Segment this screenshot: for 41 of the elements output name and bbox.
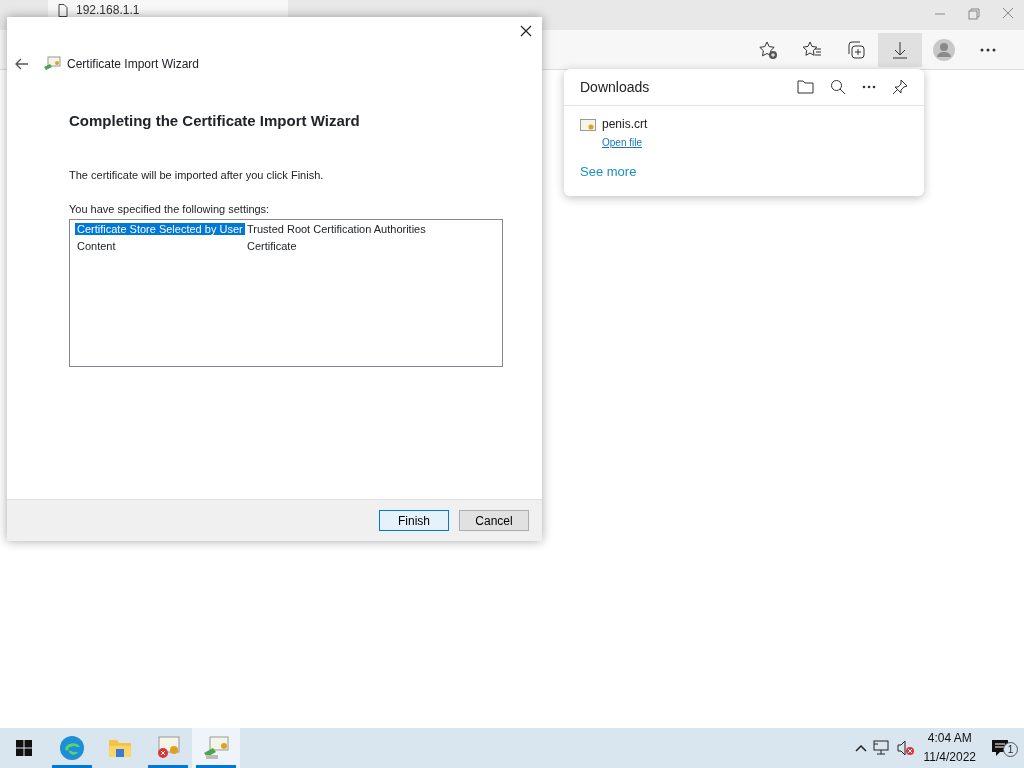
page-icon xyxy=(58,4,68,17)
file-name: penis.crt xyxy=(602,116,648,133)
certificate-icon xyxy=(43,55,61,72)
chevron-up-icon[interactable] xyxy=(854,744,867,752)
clock-date[interactable]: 11/4/2022 xyxy=(923,748,976,767)
start-icon[interactable] xyxy=(16,740,32,756)
folder-icon[interactable] xyxy=(108,738,132,758)
tab-title: 192.168.1.1 xyxy=(76,4,140,17)
more-icon[interactable] xyxy=(980,47,996,52)
dialog-button[interactable]: Finish xyxy=(379,510,449,531)
certificate-file-icon xyxy=(580,119,596,133)
notification-count: 1 xyxy=(1003,742,1018,757)
wizard-heading: Completing the Certificate Import Wizard xyxy=(69,111,361,131)
open-file-link[interactable]: Open file xyxy=(602,137,643,148)
setting-name[interactable]: Certificate Store Selected by User xyxy=(75,222,245,235)
panel-title: Downloads xyxy=(580,77,650,97)
close-icon[interactable] xyxy=(520,25,532,37)
back-arrow-icon[interactable] xyxy=(15,57,29,70)
dialog-button[interactable]: Cancel xyxy=(459,510,529,531)
browser-icon[interactable] xyxy=(59,735,85,761)
search-icon[interactable] xyxy=(830,79,846,95)
folder-icon[interactable] xyxy=(797,80,814,94)
certificate-error-icon[interactable] xyxy=(155,736,181,760)
setting-name[interactable]: Content xyxy=(75,239,118,252)
see-more-link[interactable]: See more xyxy=(580,164,637,179)
network-icon[interactable] xyxy=(872,740,891,756)
setting-value: Trusted Root Certification Authorities xyxy=(247,221,426,237)
more-icon[interactable] xyxy=(862,85,876,89)
setting-value: Certificate xyxy=(247,238,297,254)
collections-icon[interactable] xyxy=(846,39,866,60)
avatar-icon[interactable] xyxy=(933,38,955,61)
dialog-title: Certificate Import Wizard xyxy=(67,55,200,73)
muted-speaker-icon[interactable] xyxy=(896,740,915,756)
settings-label: You have specified the following settings: xyxy=(69,202,271,217)
add-favorite-icon[interactable] xyxy=(758,39,778,60)
clock-time[interactable]: 4:04 AM xyxy=(923,729,976,748)
certificate-wizard-icon[interactable] xyxy=(203,736,229,760)
download-icon[interactable] xyxy=(891,39,909,60)
notifications-button[interactable]: 1 xyxy=(991,739,1018,757)
wizard-message: The certificate will be imported after you click Finish. xyxy=(69,167,325,183)
pin-icon[interactable] xyxy=(892,79,908,95)
